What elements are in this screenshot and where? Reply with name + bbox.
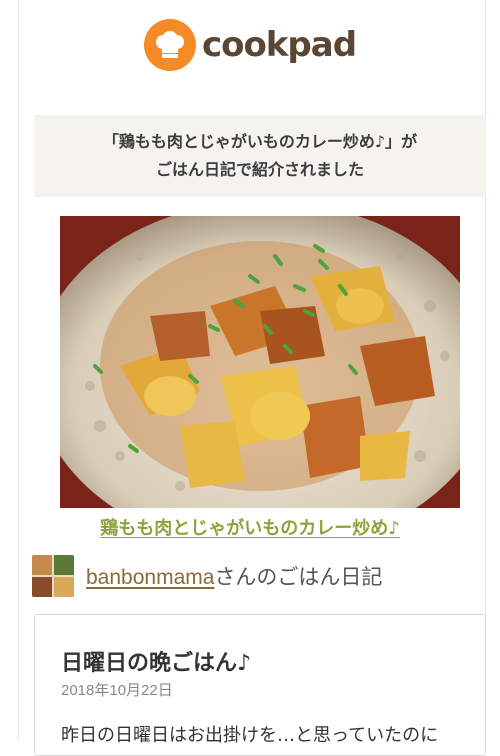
author-line: banbonmamaさんのごはん日記 [86,561,382,591]
author-suffix: さんのごはん日記 [214,566,383,589]
diary-body-preview: 昨日の日曜日はお出掛けを…と思っていたのに [61,725,439,746]
author-name-link[interactable]: banbonmama [86,566,214,589]
recipe-title-link[interactable]: 鶏もも肉とじゃがいものカレー炒め♪ [0,514,500,540]
author-avatar[interactable] [32,555,74,597]
recipe-photo[interactable] [60,216,460,508]
notice-banner: 「鶏もも肉とじゃがいものカレー炒め♪」が ごはん日記で紹介されました [34,115,486,197]
chef-hat-icon [143,19,196,71]
logo-wordmark: cookpad [201,25,357,65]
cookpad-logo[interactable]: cookpad [143,19,357,71]
notice-line-1: 「鶏もも肉とじゃがいものカレー炒め♪」が [102,132,418,151]
header: cookpad [0,0,500,90]
notice-line-2: ごはん日記で紹介されました [155,160,364,179]
diary-title: 日曜日の晩ごはん♪ [61,651,252,676]
diary-date: 2018年10月22日 [61,682,173,699]
diary-card[interactable]: 日曜日の晩ごはん♪ 2018年10月22日 昨日の日曜日はお出掛けを…と思ってい… [34,614,486,756]
author-row: banbonmamaさんのごはん日記 [32,553,482,599]
